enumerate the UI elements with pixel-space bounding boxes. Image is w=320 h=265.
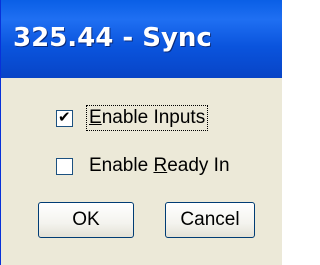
- ok-button[interactable]: OK: [38, 202, 134, 238]
- cancel-button[interactable]: Cancel: [165, 202, 255, 238]
- enable-ready-in-label-pre: Enable: [89, 155, 154, 176]
- enable-inputs-checkbox-row[interactable]: ✔ Enable Inputs: [56, 104, 209, 132]
- enable-inputs-label: Enable Inputs: [85, 105, 209, 131]
- enable-ready-in-label-rest: eady In: [167, 155, 230, 176]
- enable-inputs-accelerator: E: [89, 107, 102, 128]
- dialog-window: 325.44 - Sync ✔ Enable Inputs Enable Rea…: [0, 0, 282, 265]
- title-bar[interactable]: 325.44 - Sync: [1, 0, 282, 78]
- enable-ready-in-checkbox-row[interactable]: Enable Ready In: [56, 152, 232, 180]
- enable-inputs-label-rest: nable Inputs: [101, 107, 206, 128]
- enable-ready-in-accelerator: R: [153, 155, 168, 176]
- dialog-client-area: ✔ Enable Inputs Enable Ready In OK Cance…: [1, 78, 282, 265]
- enable-ready-in-checkbox[interactable]: [56, 157, 73, 175]
- enable-inputs-checkbox[interactable]: ✔: [56, 107, 73, 127]
- checkmark-icon: ✔: [58, 107, 71, 126]
- enable-ready-in-label: Enable Ready In: [87, 154, 232, 178]
- window-title: 325.44 - Sync: [13, 23, 212, 53]
